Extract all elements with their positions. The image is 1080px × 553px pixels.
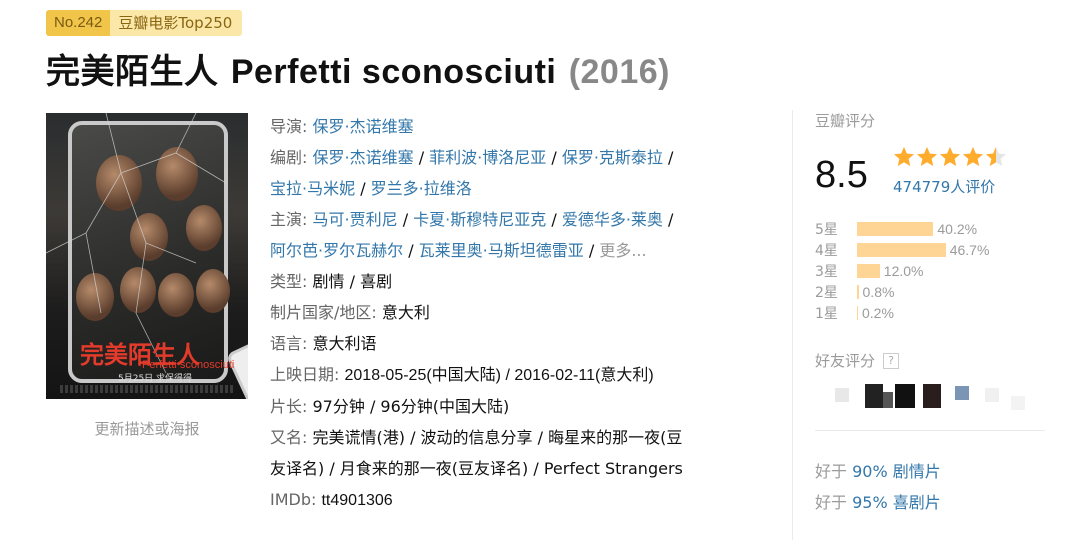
movie-info: 导演: 保罗·杰诺维塞 编剧: 保罗·杰诺维塞 / 菲利波·博洛尼亚 / 保罗·… <box>270 111 765 516</box>
panel-divider <box>792 110 793 540</box>
writer-link[interactable]: 罗兰多·拉维洛 <box>371 179 472 198</box>
poster-credits <box>60 385 234 393</box>
director-row: 导演: 保罗·杰诺维塞 <box>270 111 765 142</box>
rating-bar-percent: 46.7% <box>949 241 990 258</box>
star-icon <box>986 147 1006 166</box>
friends-rating: 好友评分 ? <box>815 350 900 371</box>
update-poster-link[interactable]: 更新描述或海报 <box>46 418 248 439</box>
aka-row: 又名: 完美谎情(港) / 波动的信息分享 / 晦星来的那一夜(豆 <box>270 422 765 453</box>
rating-panel: 豆瓣评分 8.5 474779人评价 5星 40.2% 4星 46.7% 3星 12.0%… <box>815 110 1045 512</box>
rating-bar-label: 2星 <box>815 284 838 301</box>
cast-row: 主演: 马可·贾利尼 / 卡夏·斯穆特尼亚克 / 爱德华多·莱奥 / <box>270 210 674 229</box>
imdb-value[interactable]: tt4901306 <box>321 492 392 509</box>
country-value: 意大利 <box>381 303 430 322</box>
cast-more-link[interactable]: 更多... <box>599 241 646 260</box>
writer-link[interactable]: 菲利波·博洛尼亚 <box>429 148 546 167</box>
country-label: 制片国家/地区: <box>270 303 377 322</box>
writer-row-cont: 宝拉·马米妮 / 罗兰多·拉维洛 <box>270 179 472 198</box>
aka-row-cont: 友译名) / 月食来的那一夜(豆友译名) / Perfect Strangers <box>270 453 765 484</box>
rank-number: No.242 <box>46 10 111 36</box>
rating-votes-link[interactable]: 474779人评价 <box>893 176 995 197</box>
rank-list-name[interactable]: 豆瓣电影Top250 <box>110 10 243 36</box>
writer-link[interactable]: 保罗·克斯泰拉 <box>562 148 663 167</box>
cast-link[interactable]: 爱德华多·莱奥 <box>562 210 663 229</box>
cast-link[interactable]: 卡夏·斯穆特尼亚克 <box>413 210 546 229</box>
rating-divider <box>815 430 1045 431</box>
rating-stars <box>893 146 1007 168</box>
release-value: 2018-05-25(中国大陆) / 2016-02-11(意大利) <box>344 367 654 384</box>
movie-title-cn: 完美陌生人 <box>46 52 219 92</box>
better-than-prefix: 好于 <box>815 462 848 481</box>
better-than-comedy: 好于 95% 喜剧片 <box>815 489 941 513</box>
imdb-label: IMDb: <box>270 490 317 509</box>
poster-date: 5月25日 求保得得 <box>118 374 193 384</box>
rating-bar-label: 5星 <box>815 221 838 238</box>
rating-head: 豆瓣评分 <box>815 112 876 130</box>
writer-row: 编剧: 保罗·杰诺维塞 / 菲利波·博洛尼亚 / 保罗·克斯泰拉 / <box>270 148 674 167</box>
release-row: 上映日期: 2018-05-25(中国大陆) / 2016-02-11(意大利) <box>270 359 765 391</box>
imdb-row: IMDb: tt4901306 <box>270 484 765 516</box>
aka-value: 完美谎情(港) / 波动的信息分享 / 晦星来的那一夜(豆 <box>312 428 683 447</box>
rating-bar-percent: 0.8% <box>862 283 895 300</box>
rating-bar-row: 4星 46.7% <box>815 239 989 260</box>
genre-row: 类型: 剧情 / 喜剧 <box>270 266 765 297</box>
rating-bar-row: 5星 40.2% <box>815 218 989 239</box>
rating-bar-percent: 0.2% <box>862 304 894 321</box>
cast-link[interactable]: 瓦莱里奥·马斯坦德雷亚 <box>419 241 584 260</box>
top250-rank-badge[interactable]: No.242 豆瓣电影Top250 <box>46 10 243 36</box>
movie-title-en: Perfetti sconosciuti <box>230 53 557 91</box>
rating-bar-fill <box>857 284 859 299</box>
cast-label: 主演: <box>270 210 308 229</box>
friends-avatars-redacted <box>835 382 1035 410</box>
better-than-drama: 好于 90% 剧情片 <box>815 458 941 482</box>
writer-label: 编剧: <box>270 148 308 167</box>
genre-value: 剧情 / 喜剧 <box>312 272 393 291</box>
cast-link[interactable]: 阿尔芭·罗尔瓦赫尔 <box>270 241 403 260</box>
rating-bar-label: 4星 <box>815 242 838 259</box>
star-icon <box>940 147 960 166</box>
genre-label: 类型: <box>270 272 308 291</box>
movie-title: 完美陌生人 Perfetti sconosciuti (2016) <box>46 44 670 93</box>
movie-year: (2016) <box>568 53 670 91</box>
language-value: 意大利语 <box>312 334 377 353</box>
release-label: 上映日期: <box>270 365 340 384</box>
movie-poster[interactable]: 完美陌生人 Perfetti sconosciuti 5月25日 求保得得 <box>46 113 248 399</box>
star-icon <box>917 147 937 166</box>
rating-score: 8.5 <box>815 154 868 196</box>
runtime-label: 片长: <box>270 397 308 416</box>
poster-subtitle: Perfetti sconosciuti <box>142 359 235 371</box>
star-icon <box>894 147 914 166</box>
writer-link[interactable]: 保罗·杰诺维塞 <box>313 148 414 167</box>
better-than-prefix: 好于 <box>815 493 848 512</box>
language-label: 语言: <box>270 334 308 353</box>
rating-bar-row: 3星 12.0% <box>815 260 989 281</box>
writer-link[interactable]: 宝拉·马米妮 <box>270 179 355 198</box>
better-than-drama-link[interactable]: 90% 剧情片 <box>852 462 941 481</box>
director-link[interactable]: 保罗·杰诺维塞 <box>313 117 414 136</box>
country-row: 制片国家/地区: 意大利 <box>270 297 765 328</box>
rating-bar-fill <box>857 305 858 320</box>
runtime-row: 片长: 97分钟 / 96分钟(中国大陆) <box>270 391 765 422</box>
better-than-comedy-link[interactable]: 95% 喜剧片 <box>852 493 941 512</box>
friends-rating-head: 好友评分 <box>815 352 876 370</box>
help-icon[interactable]: ? <box>883 352 900 369</box>
rating-bar-fill <box>857 242 946 257</box>
director-label: 导演: <box>270 117 308 136</box>
language-row: 语言: 意大利语 <box>270 328 765 359</box>
rating-bar-fill <box>857 221 934 236</box>
aka-label: 又名: <box>270 428 308 447</box>
runtime-value: 97分钟 / 96分钟(中国大陆) <box>312 397 510 416</box>
rating-bar-percent: 12.0% <box>883 262 924 279</box>
rating-bar-percent: 40.2% <box>937 220 978 237</box>
cast-row-cont: 阿尔芭·罗尔瓦赫尔 / 瓦莱里奥·马斯坦德雷亚 / 更多... <box>270 241 647 260</box>
star-icon <box>963 147 983 166</box>
aka-value-cont: 友译名) / 月食来的那一夜(豆友译名) / Perfect Strangers <box>270 459 683 478</box>
rating-bar-label: 1星 <box>815 305 838 322</box>
rating-bar-fill <box>857 263 880 278</box>
cast-link[interactable]: 马可·贾利尼 <box>313 210 398 229</box>
rating-bar-row: 2星 0.8% <box>815 281 989 302</box>
rating-bar-label: 3星 <box>815 263 838 280</box>
rating-distribution: 5星 40.2% 4星 46.7% 3星 12.0% 2星 0.8% 1星 0.2% <box>815 218 989 323</box>
rating-bar-row: 1星 0.2% <box>815 302 989 323</box>
